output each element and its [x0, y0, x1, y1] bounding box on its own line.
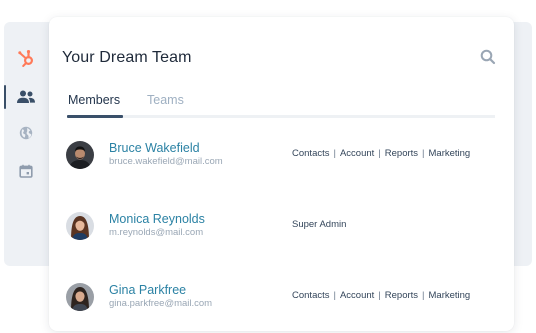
tab-teams[interactable]: Teams	[147, 92, 184, 108]
member-row[interactable]: Monica Reynolds m.reynolds@mail.com Supe…	[66, 212, 496, 252]
permission-account: Account	[339, 148, 375, 159]
permission-reports: Reports	[384, 290, 419, 301]
search-icon	[480, 49, 496, 65]
member-row[interactable]: Bruce Wakefield bruce.wakefield@mail.com…	[66, 141, 496, 181]
member-permissions: Contacts | Account | Reports | Marketing	[292, 290, 471, 301]
member-row[interactable]: Gina Parkfree gina.parkfree@mail.com Con…	[66, 283, 496, 323]
permission-contacts: Contacts	[292, 148, 330, 159]
app-stage: Your Dream Team Members Teams Bruce Wake…	[0, 0, 536, 333]
permission-super-admin: Super Admin	[292, 219, 347, 230]
sidebar-item-calendar[interactable]	[4, 156, 48, 186]
sidebar-item-globe[interactable]	[4, 118, 48, 148]
permission-contacts: Contacts	[292, 290, 330, 301]
permission-reports: Reports	[384, 148, 419, 159]
tab-members[interactable]: Members	[66, 92, 124, 118]
hubspot-logo[interactable]	[4, 43, 48, 73]
hubspot-logo-icon	[18, 50, 34, 67]
avatar	[66, 141, 94, 169]
search-button[interactable]	[479, 48, 497, 66]
permission-account: Account	[339, 290, 375, 301]
page-title: Your Dream Team	[62, 49, 192, 66]
people-icon	[17, 90, 35, 103]
member-permissions: Super Admin	[292, 219, 346, 230]
member-permissions: Contacts | Account | Reports | Marketing	[292, 148, 471, 159]
member-name[interactable]: Monica Reynolds	[109, 212, 205, 226]
permission-marketing: Marketing	[428, 290, 471, 301]
member-email: gina.parkfree@mail.com	[109, 298, 213, 309]
member-name[interactable]: Bruce Wakefield	[109, 141, 200, 155]
sidebar-item-people[interactable]	[4, 82, 48, 112]
member-name[interactable]: Gina Parkfree	[109, 283, 186, 297]
team-card: Your Dream Team Members Teams Bruce Wake…	[49, 17, 514, 331]
member-email: m.reynolds@mail.com	[109, 227, 204, 238]
avatar	[66, 283, 94, 311]
tab-bar: Members Teams	[66, 92, 495, 118]
calendar-icon	[19, 164, 33, 178]
avatar	[66, 212, 94, 240]
permission-marketing: Marketing	[428, 148, 471, 159]
globe-icon	[19, 126, 33, 140]
member-email: bruce.wakefield@mail.com	[109, 156, 223, 167]
sidebar	[4, 40, 48, 190]
